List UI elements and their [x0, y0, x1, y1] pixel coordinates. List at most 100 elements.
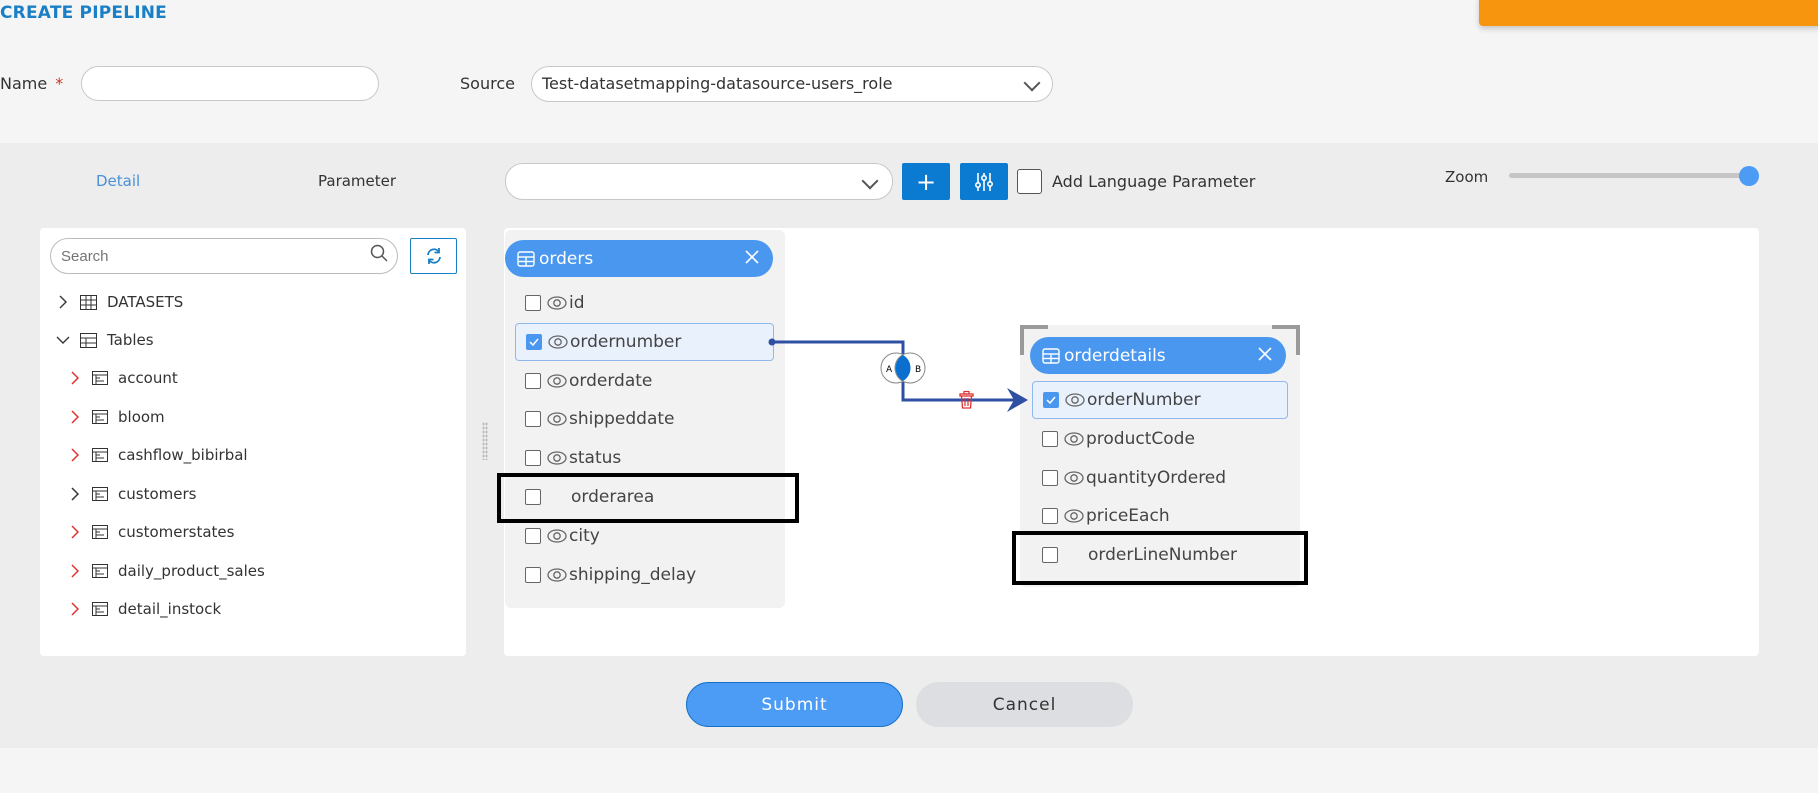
search-input[interactable] — [50, 238, 398, 274]
table-icon — [517, 250, 535, 267]
sliders-icon — [975, 172, 993, 191]
refresh-button[interactable] — [410, 238, 457, 274]
eye-icon[interactable] — [547, 451, 567, 465]
field-name: orderdate — [569, 370, 653, 391]
highlight-box — [497, 473, 799, 523]
tree-item-label: Tables — [107, 331, 154, 349]
eye-icon[interactable] — [547, 373, 567, 388]
tree-item-tables[interactable]: Tables — [56, 328, 154, 352]
chevron-right-icon[interactable] — [68, 486, 82, 501]
join-line-start — [768, 338, 776, 346]
field-row[interactable]: ordernumber — [515, 322, 774, 361]
notification-banner — [1479, 0, 1818, 26]
eye-icon[interactable] — [1064, 470, 1084, 485]
table-header-orderdetails[interactable]: orderdetails — [1030, 337, 1286, 374]
table-name: orderdetails — [1064, 345, 1166, 366]
chevron-right-icon[interactable] — [68, 409, 82, 424]
field-checkbox[interactable] — [525, 527, 541, 544]
eye-icon[interactable] — [1065, 393, 1085, 407]
field-checkbox[interactable] — [1042, 430, 1058, 447]
eye-icon[interactable] — [547, 296, 567, 310]
field-row[interactable]: orderNumber — [1032, 381, 1288, 419]
zoom-slider-thumb[interactable] — [1739, 166, 1759, 186]
search-icon[interactable] — [370, 244, 388, 266]
highlight-box — [1012, 531, 1308, 586]
field-checkbox[interactable] — [525, 295, 541, 311]
tree-item-label: account — [118, 369, 178, 387]
add-language-parameter-label: Add Language Parameter — [1052, 172, 1256, 191]
field-row[interactable]: id — [515, 284, 774, 322]
chevron-down-icon — [1023, 74, 1041, 92]
field-row[interactable]: orderdate — [515, 362, 774, 400]
field-row[interactable]: city — [515, 517, 774, 555]
field-name: priceEach — [1086, 506, 1170, 527]
required-mark: * — [55, 74, 64, 93]
source-label: Source — [460, 74, 515, 93]
field-checkbox[interactable] — [526, 333, 542, 350]
table-header-orders[interactable]: orders — [505, 240, 773, 277]
field-name: status — [569, 448, 622, 469]
field-name: orderNumber — [1087, 390, 1201, 410]
chevron-right-icon[interactable] — [68, 525, 82, 539]
field-checkbox[interactable] — [1042, 508, 1058, 525]
eye-icon[interactable] — [547, 412, 567, 427]
field-row[interactable]: status — [515, 439, 774, 477]
field-row[interactable]: shipping_delay — [515, 556, 774, 594]
eye-icon[interactable] — [1064, 432, 1084, 446]
name-label-text: Name — [0, 74, 48, 93]
field-row[interactable]: priceEach — [1032, 497, 1288, 535]
field-checkbox[interactable] — [525, 450, 541, 467]
chevron-right-icon[interactable] — [68, 448, 82, 462]
parameter-select[interactable] — [505, 163, 893, 200]
chevron-right-icon[interactable] — [68, 563, 82, 578]
tree-item-table[interactable]: customerstates — [68, 520, 234, 544]
eye-icon[interactable] — [547, 567, 567, 582]
add-parameter-button[interactable]: + — [902, 163, 950, 200]
field-checkbox[interactable] — [1042, 469, 1058, 486]
tree-item-table[interactable]: cashflow_bibirbal — [68, 443, 248, 467]
table-card-orderdetails[interactable]: orderdetails orderNumber productCode quant… — [1012, 325, 1308, 587]
name-input[interactable] — [81, 66, 379, 101]
chevron-right-icon[interactable] — [68, 371, 82, 385]
chevron-down-icon — [861, 172, 879, 190]
chevron-right-icon[interactable] — [56, 295, 70, 309]
eye-icon[interactable] — [1064, 509, 1084, 524]
page-title: CREATE PIPELINE — [0, 3, 167, 23]
tree-item-table[interactable]: bloom — [68, 405, 165, 429]
table-name: orders — [539, 248, 594, 269]
eye-icon[interactable] — [548, 335, 568, 349]
tree-item-table[interactable]: daily_product_sales — [68, 559, 265, 583]
add-language-parameter-checkbox[interactable] — [1017, 169, 1042, 194]
field-checkbox[interactable] — [525, 566, 541, 583]
field-checkbox[interactable] — [525, 411, 541, 428]
tab-detail[interactable]: Detail — [96, 172, 140, 190]
field-checkbox[interactable] — [1043, 392, 1059, 408]
cancel-button[interactable]: Cancel — [916, 682, 1133, 727]
tree-item-label: bloom — [118, 407, 165, 426]
parameter-settings-button[interactable] — [960, 163, 1008, 200]
eye-icon[interactable] — [547, 529, 567, 543]
tree-item-table[interactable]: detail_instock — [68, 597, 221, 621]
submit-button[interactable]: Submit — [686, 682, 903, 727]
field-name: ordernumber — [570, 331, 682, 352]
field-checkbox[interactable] — [525, 372, 541, 389]
join-type-venn-icon[interactable]: A B — [880, 352, 926, 384]
panel-resize-handle[interactable] — [482, 422, 488, 460]
zoom-slider-track[interactable] — [1509, 173, 1754, 178]
resize-corner-top-right[interactable] — [1272, 325, 1300, 355]
source-select[interactable]: Test-datasetmapping-datasource-users_rol… — [531, 66, 1053, 102]
field-row[interactable]: shippeddate — [515, 400, 774, 438]
chevron-right-icon[interactable] — [68, 602, 82, 616]
chevron-down-icon[interactable] — [56, 336, 70, 344]
table-view-icon — [92, 525, 108, 539]
field-row[interactable]: quantityOrdered — [1032, 459, 1288, 497]
tree-item-datasets[interactable]: DATASETS — [56, 290, 183, 314]
field-name: quantityOrdered — [1086, 467, 1227, 488]
close-icon[interactable] — [743, 248, 761, 266]
tab-parameter[interactable]: Parameter — [318, 172, 396, 190]
tree-item-table[interactable]: account — [68, 366, 178, 390]
field-row[interactable]: productCode — [1032, 420, 1288, 458]
table-card-orders[interactable]: orders id ordernumber orderdate shippeddate… — [497, 230, 799, 608]
tree-item-label: daily_product_sales — [118, 561, 265, 580]
tree-item-table[interactable]: customers — [68, 482, 196, 506]
